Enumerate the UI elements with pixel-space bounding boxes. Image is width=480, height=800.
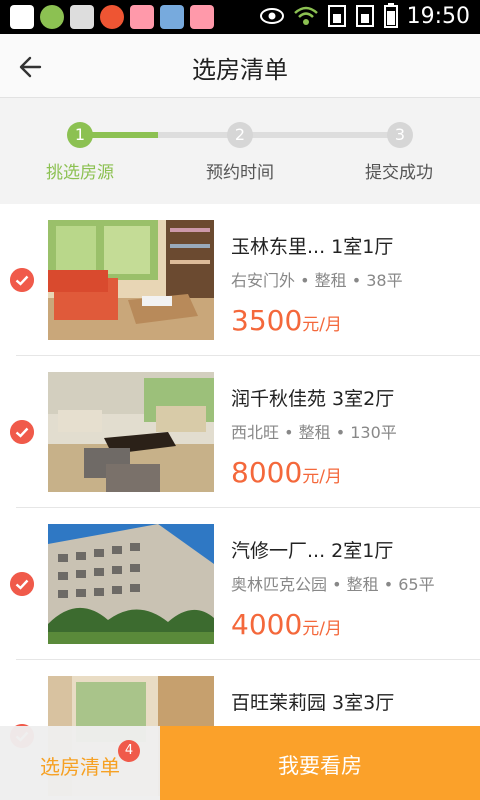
sim2-signal-icon: [355, 5, 374, 27]
bottom-action-bar: 选房清单 4 我要看房: [0, 726, 480, 800]
listing-list: 玉林东里... 1室1厅 右安门外 • 整租 • 38平 3500元/月 润千秋…: [0, 204, 480, 800]
app-store-notification-icon-2: [190, 5, 214, 29]
step-3-label: 提交成功: [365, 163, 433, 183]
status-bar: 19:50: [0, 0, 480, 34]
app-store-notification-icon: [130, 5, 154, 29]
browser-notification-icon: [100, 5, 124, 29]
add-notification-icon: [10, 5, 34, 29]
listing-item[interactable]: 汽修一厂... 2室1厅 奥林匹克公园 • 整租 • 65平 4000元/月: [10, 508, 480, 660]
listing-photo: [48, 372, 214, 492]
app-notification-icon: [40, 5, 64, 29]
step-1-dot: 1: [67, 122, 93, 148]
app-header: 选房清单: [0, 34, 480, 98]
listing-name: 润千秋佳苑 3室2厅: [231, 388, 395, 410]
listing-meta: 右安门外 • 整租 • 38平: [231, 271, 403, 290]
price-value: 3500: [231, 304, 303, 337]
selected-check-icon[interactable]: [10, 268, 34, 292]
selected-check-icon[interactable]: [10, 572, 34, 596]
listing-item[interactable]: 玉林东里... 1室1厅 右安门外 • 整租 • 38平 3500元/月: [10, 204, 480, 356]
listing-meta: 西北旺 • 整租 • 130平: [231, 423, 397, 442]
progress-steps: 1 2 3 挑选房源 预约时间 提交成功: [0, 98, 480, 204]
listing-photo: [48, 524, 214, 644]
price-unit: 元/月: [302, 619, 342, 639]
listing-price: 8000元/月: [231, 456, 342, 489]
eye-icon: [259, 8, 284, 24]
listing-price: 3500元/月: [231, 304, 342, 337]
step-2-label: 预约时间: [206, 163, 274, 183]
step-track-pending: [158, 132, 400, 138]
price-value: 8000: [231, 456, 303, 489]
listing-price: 4000元/月: [231, 608, 342, 641]
price-unit: 元/月: [302, 315, 342, 335]
step-3-dot: 3: [387, 122, 413, 148]
listing-meta: 奥林匹克公园 • 整租 • 65平: [231, 575, 435, 594]
wifi-icon: [293, 6, 318, 25]
step-1-label: 挑选房源: [46, 163, 114, 183]
listing-name: 百旺茉莉园 3室3厅: [231, 692, 395, 714]
request-viewing-label: 我要看房: [278, 754, 362, 778]
selection-count-badge: 4: [118, 740, 140, 762]
page-title: 选房清单: [192, 56, 288, 84]
download-notification-icon: [160, 5, 184, 29]
image-notification-icon: [70, 5, 94, 29]
listing-photo: [48, 220, 214, 340]
request-viewing-button[interactable]: 我要看房: [160, 726, 480, 800]
selection-list-button[interactable]: 选房清单 4: [0, 726, 160, 800]
clock: 19:50: [406, 3, 470, 29]
price-value: 4000: [231, 608, 303, 641]
sim1-signal-icon: [327, 5, 346, 27]
listing-name: 玉林东里... 1室1厅: [231, 236, 394, 258]
battery-icon: [383, 3, 398, 28]
listing-item[interactable]: 润千秋佳苑 3室2厅 西北旺 • 整租 • 130平 8000元/月: [10, 356, 480, 508]
notification-icons: [10, 5, 214, 29]
step-2-dot: 2: [227, 122, 253, 148]
price-unit: 元/月: [302, 467, 342, 487]
listing-name: 汽修一厂... 2室1厅: [231, 540, 394, 562]
selected-check-icon[interactable]: [10, 420, 34, 444]
